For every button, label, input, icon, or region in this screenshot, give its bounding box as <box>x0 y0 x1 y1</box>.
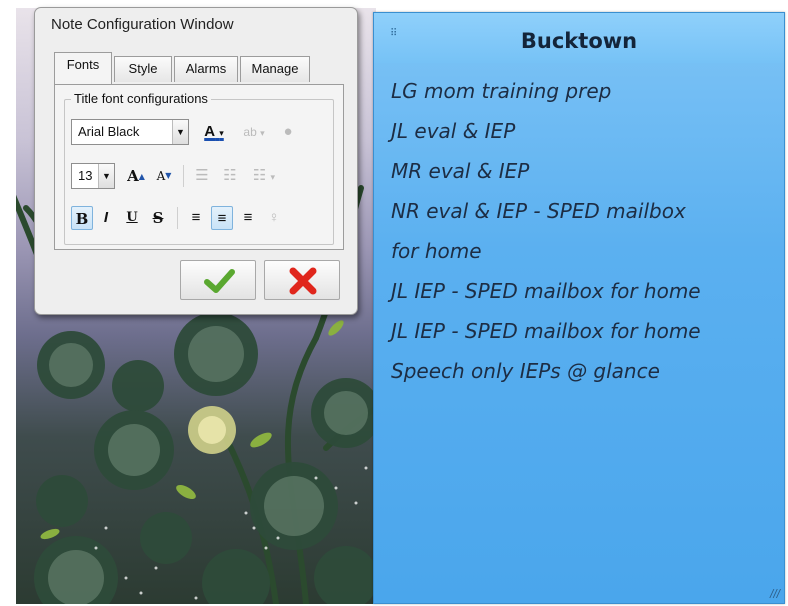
font-size-select[interactable]: 13 ▼ <box>71 163 115 189</box>
align-left-icon[interactable]: ≡ <box>185 206 207 230</box>
chevron-down-icon: ▼ <box>98 164 114 188</box>
font-family-select[interactable]: Arial Black ▼ <box>71 119 189 145</box>
note-line: LG mom training prep <box>391 79 612 103</box>
tab-style[interactable]: Style <box>114 56 172 82</box>
note-line: NR eval & IEP - SPED mailbox <box>391 199 686 223</box>
fonts-tab-panel: Title font configurations Arial Black ▼ … <box>54 84 344 250</box>
bullet-list-icon[interactable]: ☰ <box>191 164 213 188</box>
note-line: for home <box>391 239 482 263</box>
tab-fonts[interactable]: Fonts <box>54 52 112 84</box>
bold-icon[interactable]: B <box>71 206 93 230</box>
cancel-button[interactable] <box>264 260 340 300</box>
note-line: JL IEP - SPED mailbox for home <box>391 319 701 343</box>
ok-button[interactable] <box>180 260 256 300</box>
note-body[interactable]: LG mom training prep JL eval & IEP MR ev… <box>391 71 776 391</box>
group-label: Title font configurations <box>71 91 211 106</box>
checkmark-icon <box>204 269 235 293</box>
tab-manage[interactable]: Manage <box>240 56 310 82</box>
note-header[interactable]: ⠿ Bucktown <box>374 13 784 63</box>
note-line: JL eval & IEP <box>391 119 516 143</box>
grow-font-icon[interactable]: A▲ <box>125 164 147 188</box>
tab-alarms[interactable]: Alarms <box>174 56 238 82</box>
highlight-color-icon[interactable]: ab ▾ <box>237 120 271 144</box>
font-color-icon[interactable]: A ▾ <box>197 120 231 144</box>
note-line: Speech only IEPs @ glance <box>391 359 660 383</box>
font-family-value: Arial Black <box>78 124 140 139</box>
toolbar-separator <box>183 165 184 187</box>
red-x-icon <box>289 267 317 295</box>
align-right-icon[interactable]: ≡ <box>237 206 259 230</box>
sticky-note[interactable]: ⠿ Bucktown LG mom training prep JL eval … <box>373 12 785 604</box>
toolbar-separator <box>177 207 178 229</box>
note-title: Bucktown <box>520 29 638 53</box>
note-line: JL IEP - SPED mailbox for home <box>391 279 701 303</box>
title-font-group: Title font configurations Arial Black ▼ … <box>64 91 334 245</box>
pin-icon[interactable]: ♀ <box>263 206 285 230</box>
italic-icon[interactable]: I <box>95 206 117 230</box>
resize-grip-icon[interactable]: /// <box>770 587 780 601</box>
increase-indent-icon[interactable]: ☷ ▾ <box>247 164 281 188</box>
strikethrough-icon[interactable]: S <box>147 206 169 230</box>
align-center-icon[interactable]: ≡ <box>211 206 233 230</box>
window-title: Note Configuration Window <box>51 16 234 33</box>
chevron-down-icon: ▼ <box>172 120 188 144</box>
decrease-indent-icon[interactable]: ☷ <box>219 164 241 188</box>
note-line: MR eval & IEP <box>391 159 530 183</box>
font-size-value: 13 <box>78 168 93 183</box>
underline-icon[interactable]: U <box>121 206 143 230</box>
shrink-font-icon[interactable]: A▼ <box>153 164 175 188</box>
globe-icon[interactable]: ● <box>277 120 299 144</box>
note-configuration-window: Note Configuration Window Fonts Style Al… <box>34 7 358 315</box>
